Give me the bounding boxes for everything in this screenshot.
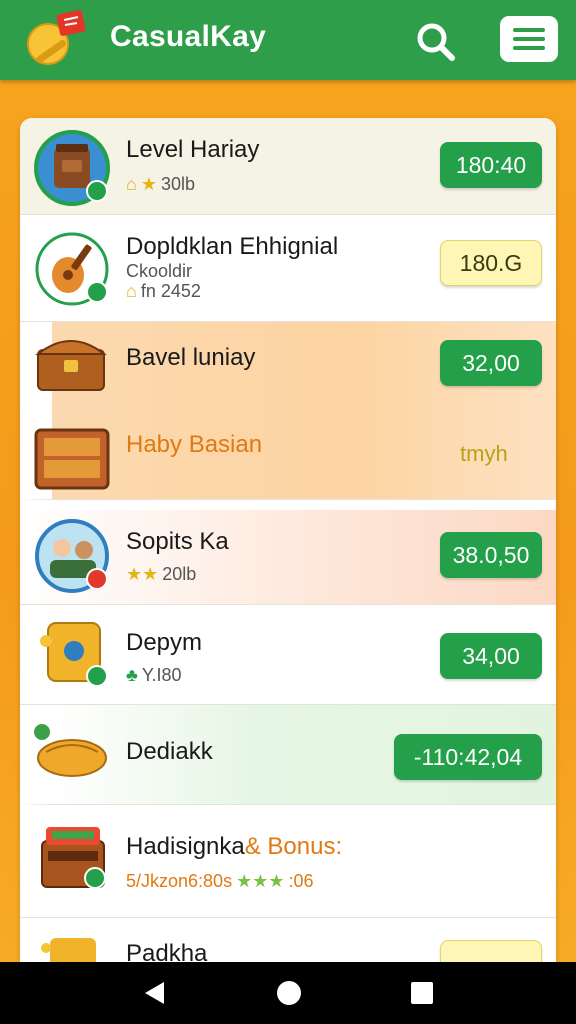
house-icon: ⌂ — [126, 281, 137, 301]
list-item[interactable]: Level Hariay ⌂ ★ 30lb 180:40 — [20, 118, 556, 215]
item-subtitle: 5/Jkzon6:80s ★★★ :06 — [126, 871, 314, 892]
item-title: Depym — [126, 629, 203, 656]
leaf-icon: ♣ — [126, 665, 138, 685]
home-circle-icon — [277, 981, 301, 1005]
house-icon: ⌂ — [126, 174, 137, 194]
item-meta: Y.I80 — [141, 665, 182, 685]
map-icon — [38, 617, 112, 694]
list-item[interactable]: Dopldklan Ehhignial Ckooldir ⌂ fn 2452 1… — [20, 215, 556, 322]
item-subtitle-line: Ckooldir — [126, 261, 193, 281]
item-title: Level Hariay — [126, 136, 260, 163]
crate-icon — [32, 420, 112, 497]
star-icon: ★★★ — [236, 871, 285, 891]
item-rating: 20lb — [162, 564, 197, 584]
recents-square-icon — [411, 982, 433, 1004]
item-rating: 30lb — [161, 174, 196, 194]
item-subtitle: ⌂ ★ 30lb — [126, 174, 195, 195]
search-icon — [417, 23, 455, 61]
back-button[interactable] — [142, 980, 168, 1011]
item-title: Dopldklan Ehhignial — [126, 233, 339, 260]
app-logo — [22, 8, 92, 70]
back-triangle-icon — [145, 982, 164, 1004]
system-nav-bar — [0, 962, 576, 1024]
search-button[interactable] — [412, 18, 458, 64]
bonus-label: & Bonus: — [244, 833, 343, 860]
item-list: Level Hariay ⌂ ★ 30lb 180:40 Dopldklan E… — [20, 118, 556, 978]
price-button[interactable]: 34,00 — [440, 633, 542, 679]
item-meta-tail: :06 — [288, 871, 314, 891]
item-meta: fn 2452 — [140, 281, 201, 301]
price-button[interactable]: 180.G — [440, 240, 542, 286]
jar-icon — [34, 130, 112, 211]
item-subtitle: ★★ 20lb — [126, 564, 196, 585]
guitar-icon — [34, 231, 112, 312]
star-icon: ★ — [140, 174, 158, 194]
item-title: Sopits Ka — [126, 528, 229, 555]
item-title: Dediakk — [126, 738, 213, 765]
item-title-text: Hadisignka — [126, 833, 245, 860]
item-meta: 5/Jkzon6:80s — [126, 871, 233, 891]
app-title: CasualKay — [110, 20, 267, 53]
treasure-chest-icon — [34, 328, 110, 401]
item-title: Hadisignka& Bonus: — [126, 833, 342, 861]
item-subtitle: ⌂ fn 2452 — [126, 281, 201, 302]
item-subtitle: ♣ Y.I80 — [126, 665, 182, 686]
item-price-text: tmyh — [460, 441, 508, 466]
item-title: Haby Basian — [126, 431, 263, 458]
menu-button[interactable] — [500, 16, 558, 62]
price-button[interactable]: 180:40 — [440, 142, 542, 188]
item-title: Bavel luniay — [126, 344, 256, 371]
bread-icon — [32, 720, 112, 791]
home-button[interactable] — [275, 979, 303, 1012]
bonus-chest-icon — [36, 819, 112, 898]
people-icon — [34, 518, 112, 599]
list-item[interactable]: Sopits Ka ★★ 20lb 38.0,50 — [20, 510, 556, 605]
price-button[interactable]: -110:42,04 — [394, 734, 542, 780]
recents-button[interactable] — [410, 981, 434, 1010]
price-button[interactable]: 38.0,50 — [440, 532, 542, 578]
list-item[interactable]: Hadisignka& Bonus: 5/Jkzon6:80s ★★★ :06 — [20, 805, 556, 918]
hamburger-menu-icon — [513, 28, 545, 50]
list-item[interactable]: Depym ♣ Y.I80 34,00 — [20, 605, 556, 705]
price-button[interactable]: 32,00 — [440, 340, 542, 386]
app-bar: CasualKay — [0, 0, 576, 80]
star-icon: ★★ — [126, 564, 159, 584]
